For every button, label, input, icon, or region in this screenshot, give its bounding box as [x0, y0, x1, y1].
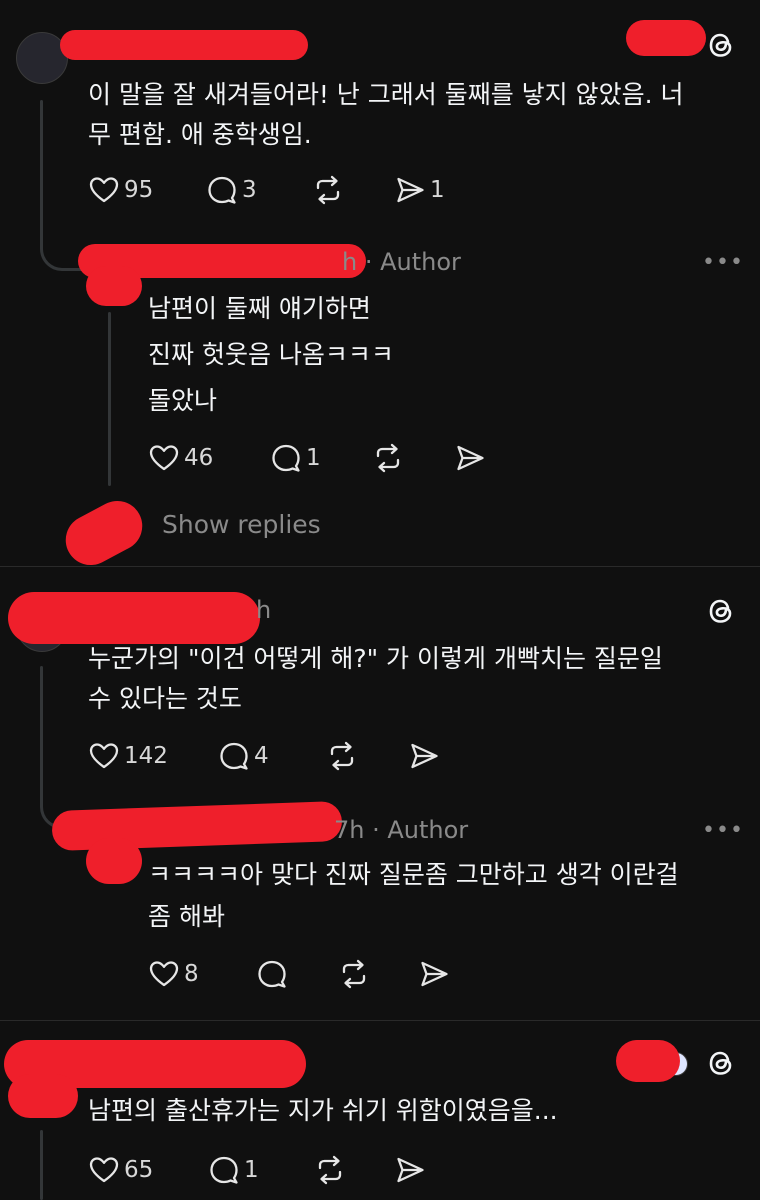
comment-button[interactable] [256, 956, 288, 992]
share-icon [454, 442, 486, 474]
share-count: 1 [430, 177, 445, 203]
comment-icon [208, 1154, 240, 1186]
post2-actions: 142 4 [88, 738, 448, 774]
repost-button[interactable] [338, 956, 370, 992]
post1-thread-line [40, 100, 43, 235]
repost-icon [326, 740, 358, 772]
repost-button[interactable] [312, 172, 344, 208]
share-button[interactable]: 1 [394, 172, 445, 208]
reply2-text-line2: 좀 해봐 [148, 902, 225, 931]
comment-count: 3 [242, 177, 257, 203]
share-button[interactable] [418, 956, 450, 992]
heart-icon [148, 442, 180, 474]
post1-thread-curve [40, 232, 83, 271]
like-button[interactable]: 46 [148, 440, 213, 476]
threads-logo-icon[interactable] [704, 594, 738, 628]
repost-icon [372, 442, 404, 474]
more-icon[interactable]: ••• [702, 818, 744, 843]
post1-text-line1: 이 말을 잘 새겨들어라! 난 그래서 둘째를 낳지 않았음. 너 [88, 80, 684, 109]
comment-count: 4 [254, 743, 269, 769]
like-count: 46 [184, 445, 214, 471]
share-icon [394, 174, 426, 206]
reply2-avatar-redaction [86, 838, 142, 884]
divider [0, 1020, 760, 1021]
like-button[interactable]: 142 [88, 738, 168, 774]
show-replies-link[interactable]: Show replies [162, 510, 321, 539]
reply1-actions: 46 1 [148, 440, 508, 476]
comment-count: 1 [306, 445, 321, 471]
comment-count: 1 [244, 1157, 259, 1183]
comment-icon [206, 174, 238, 206]
reply1-avatar-redaction [86, 266, 142, 306]
share-icon [394, 1154, 426, 1186]
post3-avatar-redaction [616, 1040, 680, 1082]
repost-icon [314, 1154, 346, 1186]
post3-username-redaction-tail [8, 1074, 78, 1118]
heart-icon [88, 1154, 120, 1186]
comment-button[interactable]: 3 [206, 172, 257, 208]
post2-username-redaction [8, 592, 260, 644]
reply1-meta: h · Author [342, 248, 461, 276]
comment-button[interactable]: 4 [218, 738, 269, 774]
share-icon [408, 740, 440, 772]
post2-time: h [256, 596, 272, 624]
share-button[interactable] [394, 1152, 426, 1188]
post1-actions: 95 3 1 [88, 172, 488, 208]
reply1-text-line3: 돌았나 [148, 386, 218, 415]
like-count: 8 [184, 961, 199, 987]
reply1-thread-line [108, 312, 111, 486]
repost-button[interactable] [314, 1152, 346, 1188]
more-icon[interactable]: ••• [702, 250, 744, 275]
like-count: 142 [124, 743, 168, 769]
post2-text-line2: 수 있다는 것도 [88, 684, 242, 713]
post3-text-line1: 남편의 출산휴가는 지가 쉬기 위함이였음을... [88, 1096, 558, 1125]
comment-icon [270, 442, 302, 474]
post3-actions: 65 1 [88, 1152, 448, 1188]
post1-avatar-redaction [626, 20, 706, 56]
post1-username-redaction [60, 30, 308, 60]
like-button[interactable]: 95 [88, 172, 153, 208]
show-replies-redaction [56, 492, 152, 574]
reply1-text-line2: 진짜 헛웃음 나옴ㅋㅋㅋ [148, 340, 394, 369]
repost-icon [312, 174, 344, 206]
comment-icon [218, 740, 250, 772]
share-button[interactable] [454, 440, 486, 476]
comment-button[interactable]: 1 [270, 440, 321, 476]
post3-thread-line [40, 1130, 43, 1200]
reply1-text-line1: 남편이 둘째 얘기하면 [148, 294, 371, 323]
heart-icon [88, 174, 120, 206]
reply2-text-line1: ㅋㅋㅋㅋ아 맞다 진짜 질문좀 그만하고 생각 이란걸 [148, 860, 679, 889]
like-count: 95 [124, 177, 154, 203]
heart-icon [88, 740, 120, 772]
like-count: 65 [124, 1157, 154, 1183]
repost-button[interactable] [372, 440, 404, 476]
divider [0, 566, 760, 567]
threads-logo-icon[interactable] [704, 28, 738, 62]
post1-text-line2: 무 편함. 애 중학생임. [88, 120, 312, 149]
share-icon [418, 958, 450, 990]
threads-logo-icon[interactable] [704, 1046, 738, 1080]
post2-thread-line [40, 666, 43, 802]
like-button[interactable]: 8 [148, 956, 199, 992]
comment-icon [256, 958, 288, 990]
comment-button[interactable]: 1 [208, 1152, 259, 1188]
share-button[interactable] [408, 738, 440, 774]
repost-button[interactable] [326, 738, 358, 774]
heart-icon [148, 958, 180, 990]
reply2-actions: 8 [148, 956, 468, 992]
repost-icon [338, 958, 370, 990]
like-button[interactable]: 65 [88, 1152, 153, 1188]
post2-text-line1: 누군가의 "이건 어떻게 해?" 가 이렇게 개빡치는 질문일 [88, 644, 663, 673]
reply2-meta: 7h · Author [334, 816, 469, 844]
